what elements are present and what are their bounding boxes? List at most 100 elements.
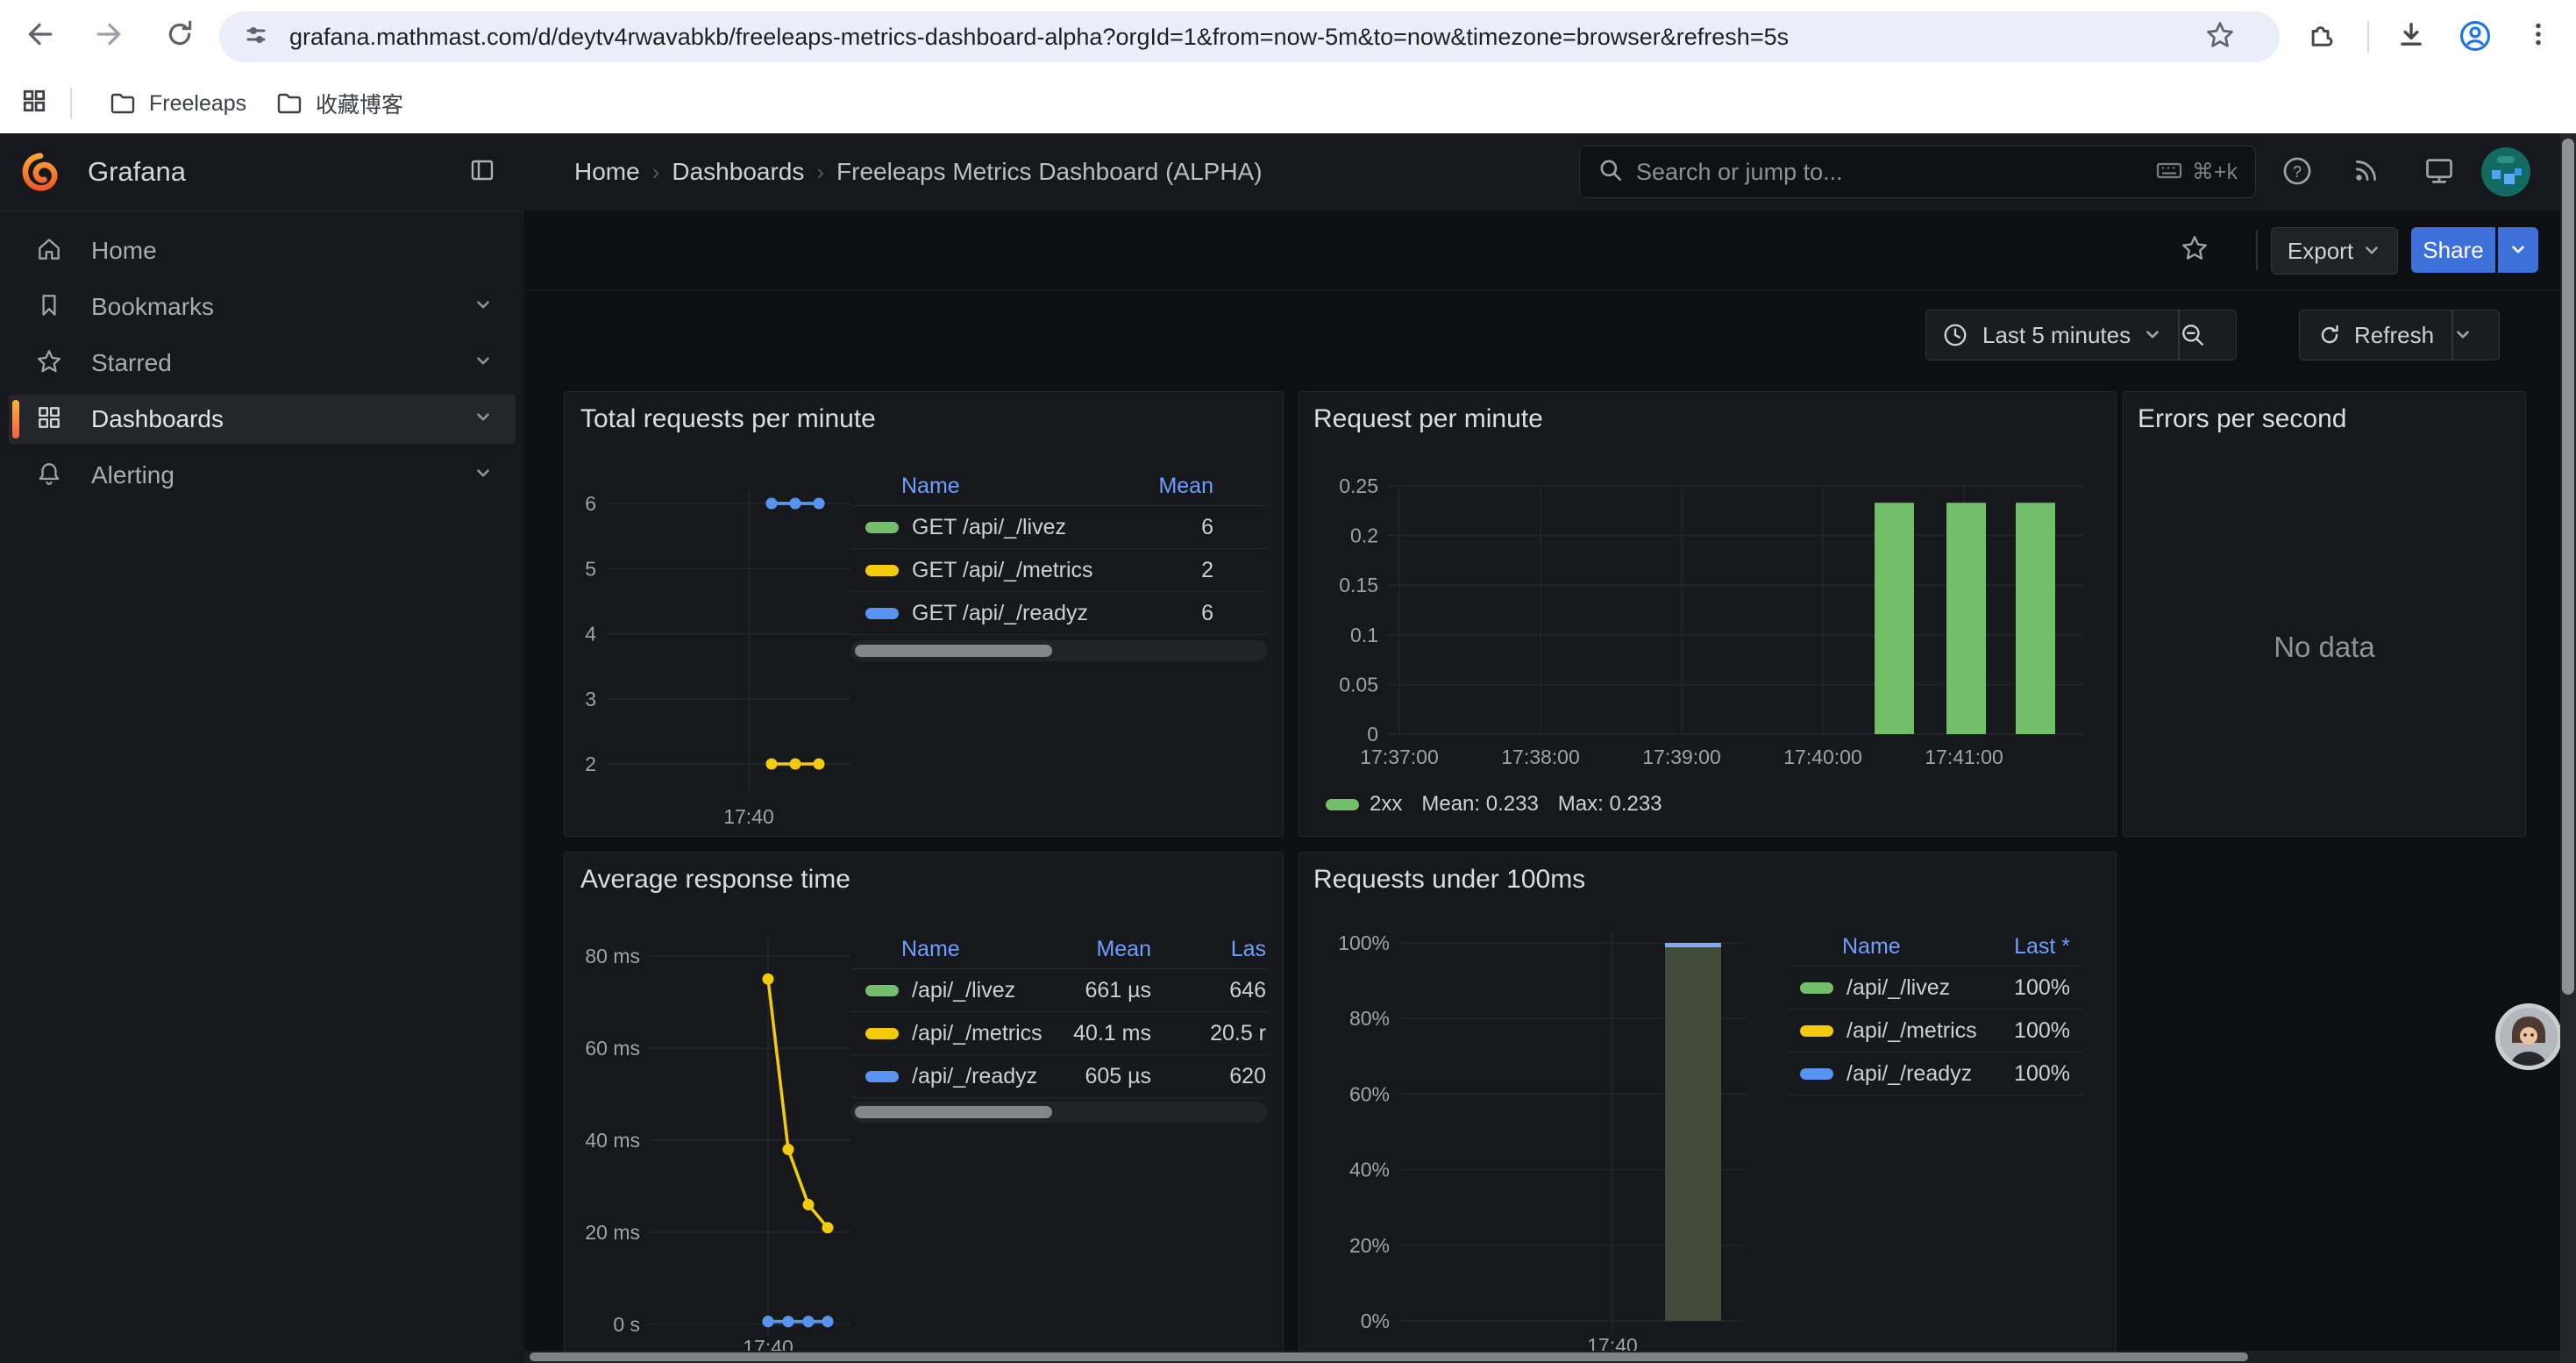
legend-row[interactable]: /api/_/readyz 100% [1790, 1053, 2083, 1095]
series-name[interactable]: /api/_/livez [1847, 975, 1950, 1001]
bookmark-label: 收藏博客 [316, 88, 403, 119]
svg-text:0.1: 0.1 [1350, 624, 1378, 646]
svg-text:?: ? [2293, 163, 2302, 181]
bookmark-folder-blogs[interactable]: 收藏博客 [265, 81, 414, 126]
legend-row[interactable]: /api/_/metrics 100% [1790, 1010, 2083, 1053]
sidebar-item-dashboards[interactable]: Dashboards [9, 395, 516, 444]
col-mean[interactable]: Mean [1096, 937, 1151, 962]
breadcrumb-dashboards[interactable]: Dashboards [672, 158, 804, 186]
url-bar[interactable]: grafana.mathmast.com/d/deytv4rwavabkb/fr… [219, 11, 2280, 62]
series-mean: 2 [1201, 558, 1213, 583]
export-button[interactable]: Export [2271, 227, 2398, 275]
table-scrollbar[interactable] [850, 1102, 1268, 1123]
series-mean: 661 µs [1085, 978, 1151, 1003]
extensions-icon[interactable] [2304, 19, 2339, 54]
profile-icon[interactable] [2459, 19, 2494, 54]
sidebar-item-bookmarks[interactable]: Bookmarks [9, 282, 516, 332]
legend-row[interactable]: /api/_/metrics 40.1 ms 20.5 r [850, 1012, 1268, 1055]
floating-assistant-avatar[interactable] [2495, 1003, 2562, 1070]
col-name[interactable]: Name [901, 937, 960, 962]
refresh-interval-button[interactable] [2453, 310, 2499, 360]
legend-series-name[interactable]: 2xx [1370, 792, 1402, 817]
chevron-down-icon[interactable] [473, 296, 493, 319]
news-rss-icon[interactable] [2352, 155, 2385, 189]
monitor-icon[interactable] [2423, 155, 2457, 189]
svg-text:60 ms: 60 ms [585, 1037, 640, 1060]
apps-grid-icon[interactable] [21, 88, 53, 119]
chevron-down-icon[interactable] [473, 464, 493, 488]
col-name[interactable]: Name [901, 474, 960, 499]
series-name[interactable]: GET /api/_/livez [912, 515, 1066, 540]
chart-legend[interactable]: 2xx Mean: 0.233 Max: 0.233 [1326, 789, 1662, 820]
sidebar-item-starred[interactable]: Starred [9, 339, 516, 388]
col-name[interactable]: Name [1842, 934, 1901, 960]
user-avatar[interactable] [2481, 147, 2530, 196]
legend-row[interactable]: GET /api/_/livez 6 [850, 506, 1268, 549]
site-settings-icon[interactable] [242, 21, 270, 54]
home-icon [35, 235, 63, 268]
series-name[interactable]: /api/_/readyz [912, 1064, 1037, 1089]
legend-row[interactable]: GET /api/_/metrics 2 [850, 549, 1268, 592]
share-label: Share [2423, 237, 2483, 264]
bookmark-folder-freeleaps[interactable]: Freeleaps [98, 81, 257, 126]
svg-text:40%: 40% [1349, 1159, 1390, 1181]
help-icon[interactable]: ? [2281, 155, 2315, 189]
series-name[interactable]: /api/_/readyz [1847, 1061, 1972, 1087]
back-icon[interactable] [25, 19, 60, 54]
legend-row[interactable]: /api/_/readyz 605 µs 620 [850, 1055, 1268, 1098]
svg-text:0.05: 0.05 [1339, 673, 1378, 696]
chevron-down-icon[interactable] [473, 352, 493, 375]
col-last[interactable]: Las [1231, 937, 1266, 962]
grafana-logo[interactable] [21, 153, 60, 191]
breadcrumb-home[interactable]: Home [574, 158, 640, 186]
keyboard-icon [2155, 156, 2183, 189]
chevron-down-icon[interactable] [473, 408, 493, 432]
panel-requests-under-100ms: Requests under 100ms 100%80%60%40%20%0%1… [1299, 852, 2117, 1363]
svg-text:0.25: 0.25 [1339, 475, 1378, 497]
sidebar-toggle-icon[interactable] [468, 156, 502, 189]
series-pill [865, 565, 899, 576]
share-button[interactable]: Share [2411, 227, 2495, 273]
legend-row[interactable]: /api/_/livez 100% [1790, 967, 2083, 1010]
share-menu-button[interactable] [2498, 227, 2538, 273]
downloads-icon[interactable] [2395, 19, 2430, 54]
series-name[interactable]: /api/_/metrics [1847, 1018, 1977, 1044]
table-scrollbar[interactable] [850, 640, 1268, 661]
panel-title[interactable]: Errors per second [2138, 404, 2346, 434]
legend-table: Name Mean Las /api/_/livez 661 µs 646 /a… [850, 930, 1268, 1098]
refresh-controls: Refresh [2299, 310, 2500, 360]
series-mean: 605 µs [1085, 1064, 1151, 1089]
series-name[interactable]: GET /api/_/readyz [912, 601, 1088, 626]
vertical-scrollbar-thumb[interactable] [2562, 139, 2574, 995]
zoom-out-button[interactable] [2180, 310, 2236, 360]
refresh-button[interactable]: Refresh [2300, 310, 2451, 360]
series-pill [1326, 799, 1359, 810]
series-name[interactable]: GET /api/_/metrics [912, 558, 1093, 583]
legend-row[interactable]: /api/_/livez 661 µs 646 [850, 969, 1268, 1012]
legend-row[interactable]: GET /api/_/readyz 6 [850, 592, 1268, 635]
chevron-down-icon [2453, 325, 2473, 345]
horizontal-scrollbar-thumb[interactable] [530, 1352, 2248, 1361]
series-name[interactable]: /api/_/livez [912, 978, 1015, 1003]
horizontal-scrollbar[interactable] [524, 1351, 2560, 1363]
series-pill [865, 985, 899, 996]
sidebar-item-alerting[interactable]: Alerting [9, 451, 516, 500]
chevron-down-icon [2508, 240, 2528, 260]
vertical-scrollbar[interactable] [2560, 133, 2576, 1363]
browser-menu-icon[interactable] [2523, 19, 2555, 54]
series-name[interactable]: /api/_/metrics [912, 1021, 1042, 1046]
sidebar-item-home[interactable]: Home [9, 226, 516, 275]
forward-icon[interactable] [95, 19, 130, 54]
col-mean[interactable]: Mean [1158, 474, 1213, 499]
series-pill [865, 1028, 899, 1039]
col-last[interactable]: Last * [2014, 934, 2070, 960]
search-input[interactable]: Search or jump to... ⌘+k [1579, 146, 2256, 198]
svg-text:6: 6 [585, 492, 596, 515]
series-pill [1800, 1025, 1833, 1037]
bookmark-star-icon[interactable] [2204, 19, 2236, 55]
time-range-picker[interactable]: Last 5 minutes [1926, 310, 2178, 360]
sidebar-item-label: Home [91, 237, 516, 265]
reload-icon[interactable] [165, 19, 200, 54]
favorite-star-icon[interactable] [2180, 233, 2213, 267]
url-text[interactable]: grafana.mathmast.com/d/deytv4rwavabkb/fr… [289, 24, 2201, 51]
